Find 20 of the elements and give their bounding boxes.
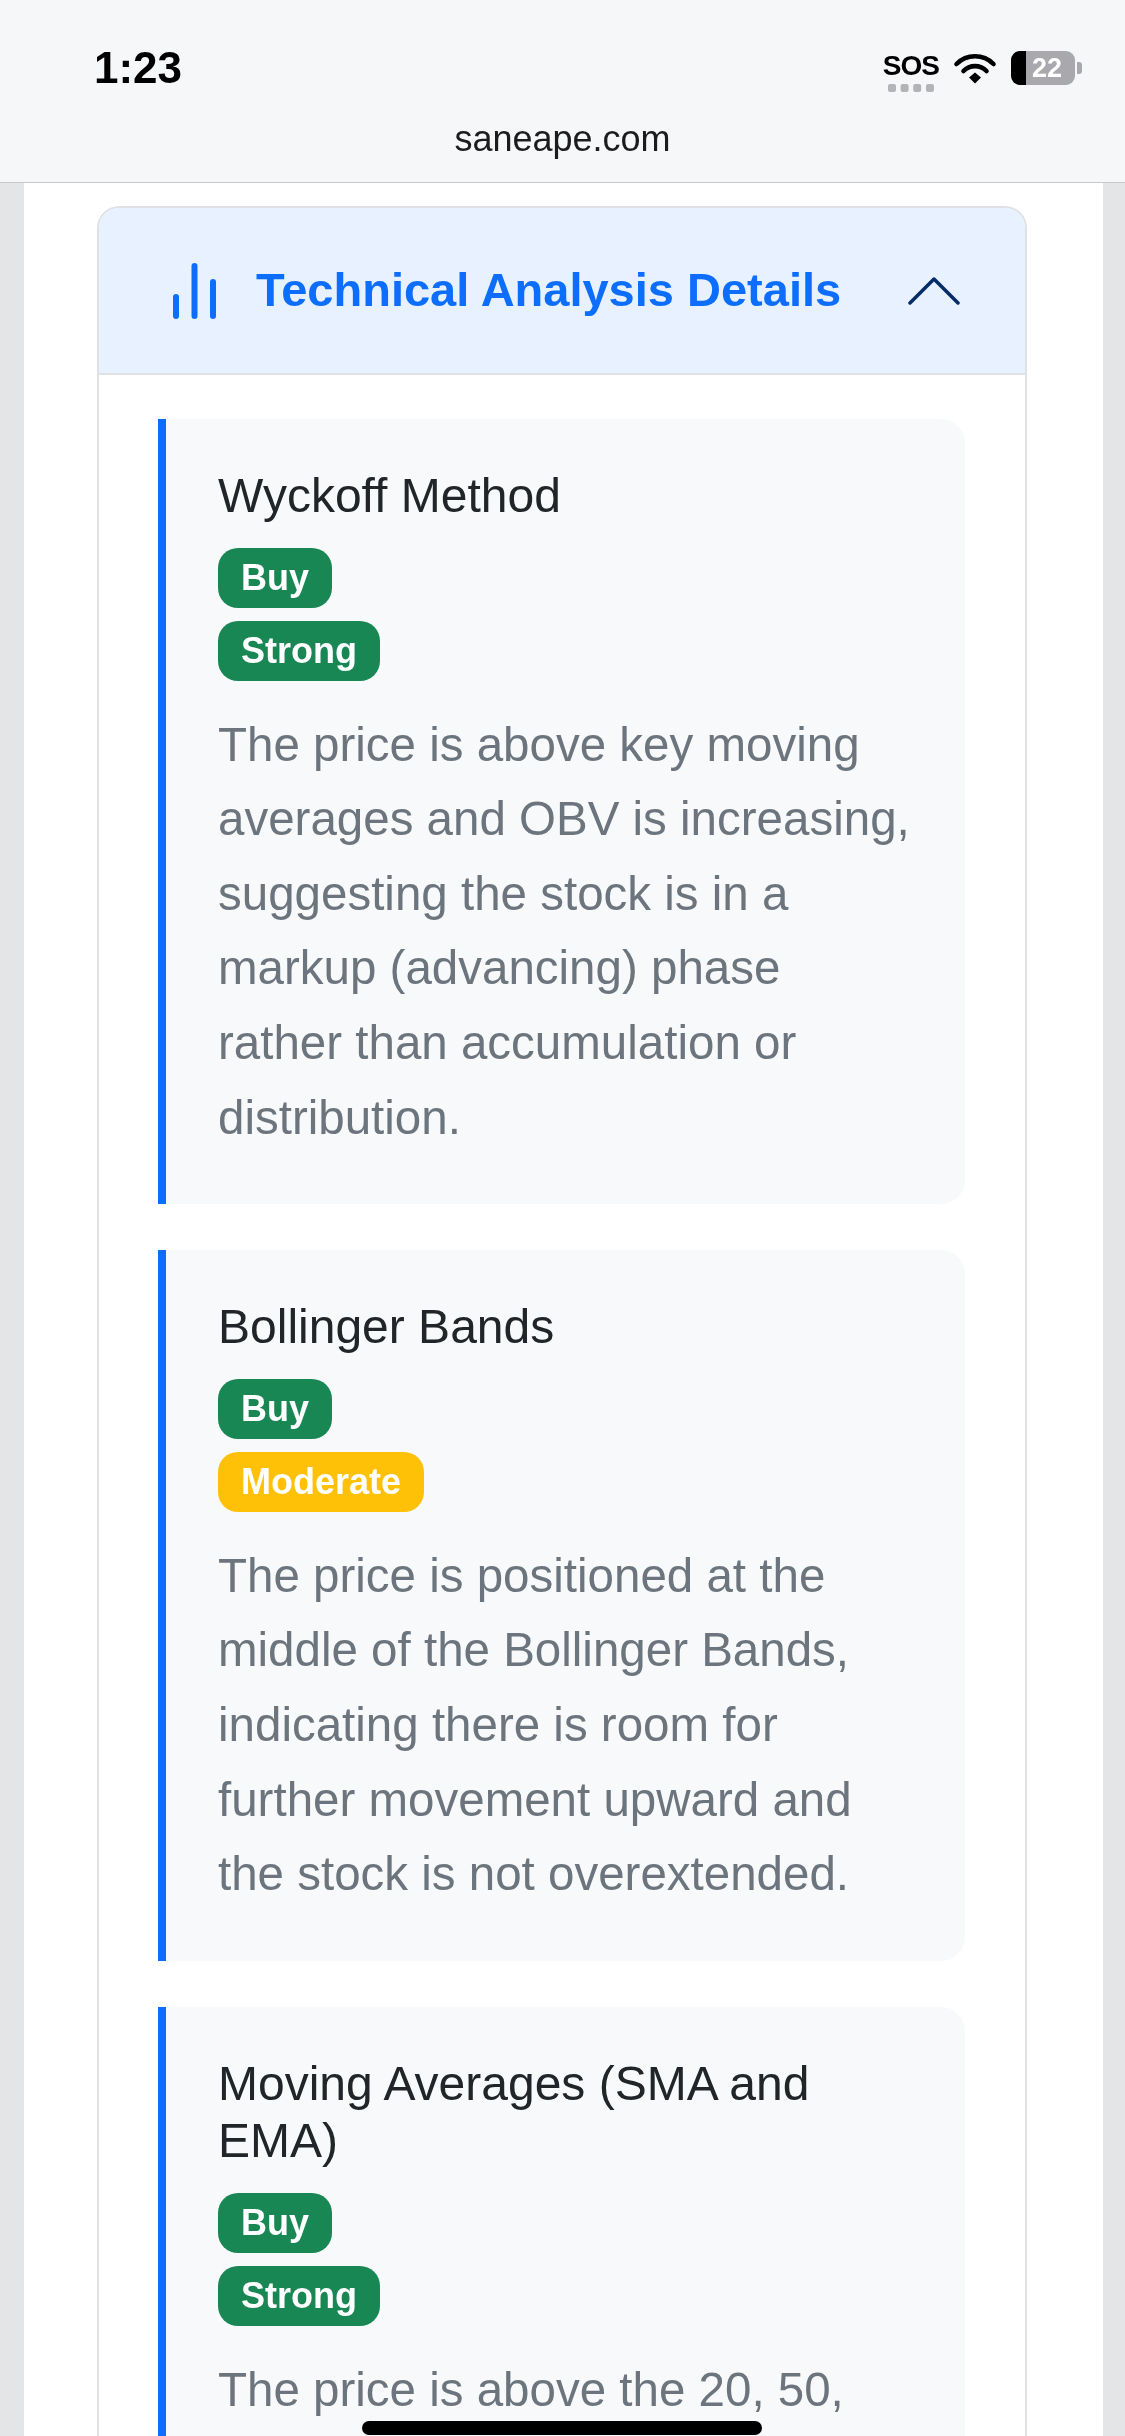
indicator-description: The price is above key moving averages and OBV is increasing, suggesting the stock is in a markup (advancing) phase rather than accumulation or distribution. — [218, 717, 910, 1144]
accordion-header[interactable]: Technical Analysis Details — [99, 208, 1025, 375]
indicator-description: The price is above the 20, 50, — [218, 2362, 844, 2416]
signal-badge: Buy — [218, 547, 332, 608]
indicator-title: Moving Averages (SMA and EMA) — [218, 2055, 811, 2170]
signal-badge: Buy — [218, 1378, 332, 1439]
wifi-icon — [953, 52, 997, 84]
indicator-description: The price is positioned at the middle of the Bollinger Bands, indicating there is room for further movement upward and the stock is not overextended. — [218, 1548, 852, 1901]
address-bar-text[interactable]: saneape.com — [454, 117, 671, 161]
status-time: 1:23 — [94, 46, 183, 90]
indicator-title: Bollinger Bands — [218, 1299, 556, 1356]
signal-badge: Buy — [218, 2192, 332, 2253]
strength-badge: Strong — [218, 620, 380, 681]
battery-indicator: 22 — [1011, 51, 1082, 85]
sos-label: SOS — [882, 52, 939, 79]
bar-chart-icon — [173, 262, 217, 319]
indicator-title: Wyckoff Method — [218, 468, 562, 524]
strength-badge: Moderate — [218, 1451, 425, 1512]
strength-badge: Strong — [218, 2265, 380, 2326]
signal-icon — [887, 83, 934, 92]
